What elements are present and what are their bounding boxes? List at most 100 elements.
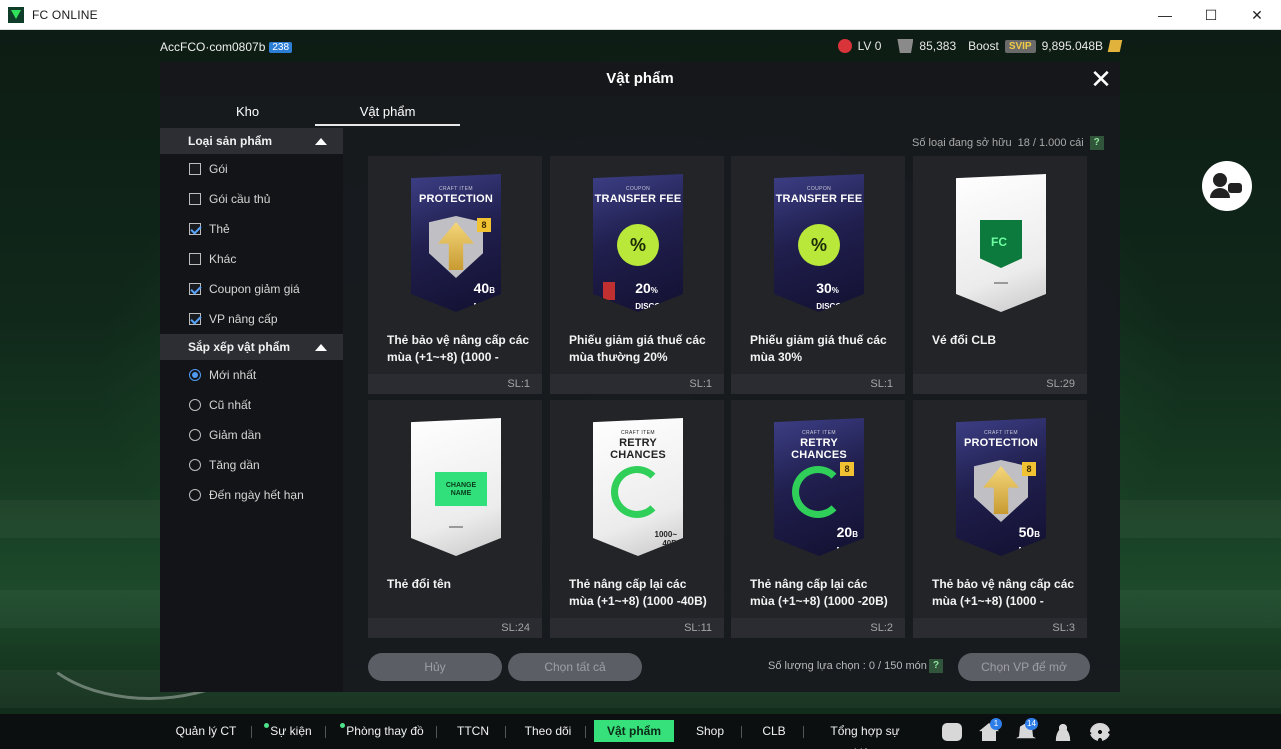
filter-option-goi-cau-thu[interactable]: Gói cầu thủ — [160, 184, 343, 214]
tab-kho[interactable]: Kho — [180, 100, 315, 126]
percent-icon: % — [617, 224, 659, 266]
club-ticket-art — [956, 174, 1046, 312]
coupon-card-art: COUPON TRANSFER FEE % 30% DISCOUNT — [774, 174, 864, 312]
modal-close-button[interactable]: ✕ — [1090, 66, 1112, 92]
nav-quan-ly-ct[interactable]: Quản lý CT — [170, 720, 242, 742]
coupon-card-art: COUPON TRANSFER FEE % 20% DISCOUNT — [593, 174, 683, 312]
grade-badge: 8 — [477, 218, 491, 232]
modal-title: Vật phẩm — [160, 62, 1120, 96]
grade-badge: 8 — [1022, 462, 1036, 476]
checkbox[interactable] — [189, 163, 201, 175]
level-icon — [837, 39, 852, 53]
nav-tong-hop-su-kien[interactable]: Tổng hợp sự kiện — [818, 720, 912, 749]
item-card[interactable]: CRAFT ITEM PROTECTION 8 40B MAX Thẻ bảo v… — [368, 156, 542, 394]
item-art: CRAFT ITEM RETRY CHANCES 1000~ 40B — [593, 418, 683, 556]
art-title: TRANSFER FEE — [594, 193, 682, 205]
sort-header[interactable]: Sắp xếp vật phẩm — [160, 334, 343, 360]
retry-arrows-icon — [792, 466, 844, 518]
product-type-title: Loại sản phẩm — [188, 134, 273, 148]
checkbox[interactable] — [189, 253, 201, 265]
item-name: Thẻ nâng cấp lại các mùa (+1~+8) (1000 -… — [569, 577, 707, 608]
art-title: PROTECTION — [418, 193, 494, 205]
filter-option-coupon[interactable]: Coupon giảm giá — [160, 274, 343, 304]
sort-option-descending[interactable]: Giảm dần — [160, 420, 343, 450]
select-all-button[interactable]: Chọn tất cả — [508, 653, 642, 681]
item-card[interactable]: COUPON TRANSFER FEE % 30% DISCOUNT Phiếu … — [731, 156, 905, 394]
product-type-header[interactable]: Loại sản phẩm — [160, 128, 343, 154]
art-caption: CRAFT ITEM — [802, 430, 836, 436]
nav-phong-thay-do[interactable]: Phòng thay đồ — [336, 720, 428, 742]
fc-logo-icon — [994, 282, 1008, 290]
bp-icon — [1107, 40, 1123, 52]
radio[interactable] — [189, 459, 201, 471]
modal-tabs: Kho Vật phẩm — [160, 100, 460, 126]
radio[interactable] — [189, 489, 201, 501]
option-label: Coupon giảm giá — [209, 282, 300, 296]
art-value: 30% DISCOUNT — [816, 280, 858, 311]
option-label: Cũ nhất — [209, 398, 252, 412]
sort-option-oldest[interactable]: Cũ nhất — [160, 390, 343, 420]
nav-su-kien[interactable]: Sự kiện — [260, 720, 316, 742]
checkbox[interactable] — [189, 193, 201, 205]
item-card[interactable]: CRAFT ITEM RETRY CHANCES 8 20B MAX Thẻ nâ… — [731, 400, 905, 638]
retry-arrows-icon — [611, 466, 663, 518]
tab-vat-pham[interactable]: Vật phẩm — [315, 100, 460, 126]
checkbox-checked[interactable] — [189, 313, 201, 325]
checkbox-checked[interactable] — [189, 223, 201, 235]
radio[interactable] — [189, 429, 201, 441]
filter-option-goi[interactable]: Gói — [160, 154, 343, 184]
friends-chat-button[interactable] — [1202, 161, 1252, 211]
radio-selected[interactable] — [189, 369, 201, 381]
cancel-button[interactable]: Hủy — [368, 653, 502, 681]
rename-card-art: CHANGE NAME — [411, 418, 501, 556]
minimize-button[interactable]: — — [1142, 0, 1188, 30]
filter-sidebar: Loại sản phẩm Gói Gói cầu thủ Thẻ Khác C… — [160, 128, 343, 692]
help-icon[interactable]: ? — [929, 659, 943, 673]
coin-value: 85,383 — [919, 39, 957, 53]
item-grid: CRAFT ITEM PROTECTION 8 40B MAX Thẻ bảo v… — [368, 156, 1088, 640]
help-icon[interactable]: ? — [1089, 136, 1104, 150]
item-qty: SL:29 — [913, 374, 1087, 394]
option-label: VP nâng cấp — [209, 312, 278, 326]
item-art: COUPON TRANSFER FEE % 20% DISCOUNT — [593, 174, 683, 312]
filter-option-khac[interactable]: Khác — [160, 244, 343, 274]
account-badge: 238 — [269, 41, 293, 53]
nav-label: Sự kiện — [270, 724, 312, 738]
account-name: AccFCO·com0807b — [160, 40, 266, 54]
option-label: Gói cầu thủ — [209, 192, 271, 206]
settings-gear-icon[interactable] — [1090, 723, 1110, 741]
chat-icon[interactable] — [942, 723, 962, 741]
nav-clb[interactable]: CLB — [754, 720, 794, 742]
owned-value: 18 / 1.000 cái — [1017, 137, 1084, 149]
option-label: Khác — [209, 252, 237, 266]
window-close-button[interactable]: ✕ — [1234, 0, 1280, 30]
item-card[interactable]: CHANGE NAME Thẻ đổi tên SL:24 — [368, 400, 542, 638]
checkbox-checked[interactable] — [189, 283, 201, 295]
open-items-button[interactable]: Chọn VP để mở — [958, 653, 1090, 681]
sort-option-ascending[interactable]: Tăng dần — [160, 450, 343, 480]
item-art: CHANGE NAME — [411, 418, 501, 556]
item-card[interactable]: CRAFT ITEM PROTECTION 8 50B MAX Thẻ bảo v… — [913, 400, 1087, 638]
nav-theo-doi[interactable]: Theo dõi — [520, 720, 576, 742]
nav-ttcn[interactable]: TTCN — [452, 720, 494, 742]
item-qty: SL:24 — [368, 618, 542, 638]
window-titlebar: FC ONLINE — ☐ ✕ — [0, 0, 1281, 30]
item-art: CRAFT ITEM PROTECTION 8 50B MAX — [956, 418, 1046, 556]
fc-coin-icon — [897, 39, 914, 53]
item-qty: SL:1 — [550, 374, 724, 394]
nav-vat-pham[interactable]: Vật phẩm — [594, 720, 674, 742]
item-card[interactable]: COUPON TRANSFER FEE % 20% DISCOUNT Phiếu … — [550, 156, 724, 394]
sort-option-newest[interactable]: Mới nhất — [160, 360, 343, 390]
art-caption: COUPON — [625, 186, 651, 192]
radio[interactable] — [189, 399, 201, 411]
item-card[interactable]: Vé đổi CLB SL:29 — [913, 156, 1087, 394]
nav-divider — [741, 726, 742, 738]
filter-option-the[interactable]: Thẻ — [160, 214, 343, 244]
maximize-button[interactable]: ☐ — [1188, 0, 1234, 30]
filter-option-vp-nang-cap[interactable]: VP nâng cấp — [160, 304, 343, 334]
nav-shop[interactable]: Shop — [688, 720, 732, 742]
sort-option-expiry[interactable]: Đến ngày hết hạn — [160, 480, 343, 510]
art-value: 40B MAX — [473, 280, 495, 311]
item-card[interactable]: CRAFT ITEM RETRY CHANCES 1000~ 40B Thẻ n… — [550, 400, 724, 638]
profile-icon[interactable] — [1053, 723, 1073, 741]
